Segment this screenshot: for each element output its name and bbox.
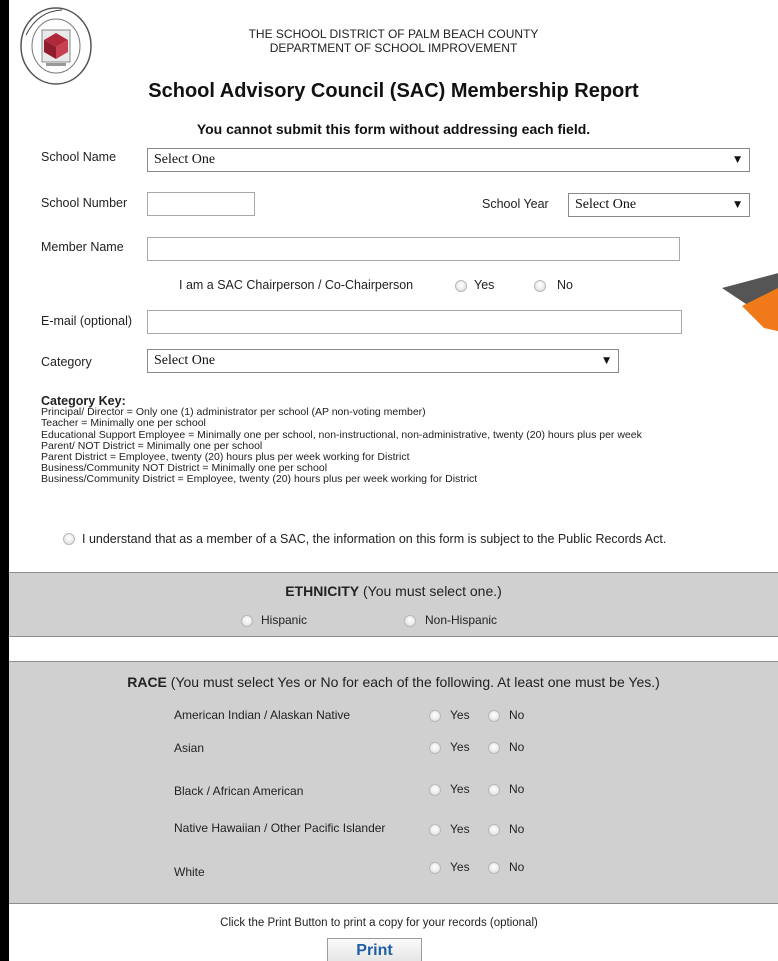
race-no-label: No bbox=[509, 740, 525, 754]
race-no-radio[interactable] bbox=[488, 742, 500, 754]
chair-no-radio[interactable] bbox=[534, 280, 546, 292]
school-number-label: School Number bbox=[41, 196, 128, 210]
chevron-down-icon: ▼ bbox=[734, 155, 741, 165]
member-name-label: Member Name bbox=[41, 240, 124, 254]
ethnicity-title-bold: ETHNICITY bbox=[285, 583, 360, 599]
race-yes-label: Yes bbox=[450, 740, 470, 754]
school-name-selected: Select One bbox=[154, 152, 216, 167]
page-title: School Advisory Council (SAC) Membership… bbox=[148, 80, 639, 102]
race-no-radio[interactable] bbox=[488, 784, 500, 796]
race-panel: RACE (You must select Yes or No for each… bbox=[9, 661, 778, 904]
category-key-line: Business/Community District = Employee, … bbox=[41, 473, 478, 486]
acknowledge-text: I understand that as a member of a SAC, … bbox=[82, 532, 667, 546]
race-row-label: Black / African American bbox=[174, 784, 304, 798]
race-no-label: No bbox=[509, 822, 525, 836]
race-yes-label: Yes bbox=[450, 860, 470, 874]
race-no-radio[interactable] bbox=[488, 824, 500, 836]
hispanic-radio[interactable] bbox=[241, 615, 253, 627]
race-title-rest: (You must select Yes or No for each of t… bbox=[166, 674, 660, 690]
non-hispanic-label: Non-Hispanic bbox=[425, 613, 498, 627]
required-notice: You cannot submit this form without addr… bbox=[196, 121, 591, 137]
email-label: E-mail (optional) bbox=[41, 314, 133, 328]
category-selected: Select One bbox=[154, 353, 216, 368]
race-no-label: No bbox=[509, 708, 525, 722]
race-title: RACE (You must select Yes or No for each… bbox=[9, 674, 778, 690]
school-name-label: School Name bbox=[41, 150, 117, 164]
form-page: THE SCHOOL DISTRICT OF PALM BEACH COUNTY… bbox=[9, 0, 778, 961]
category-label: Category bbox=[41, 355, 92, 369]
school-year-selected: Select One bbox=[575, 197, 637, 212]
chair-yes-label: Yes bbox=[474, 278, 495, 292]
race-row-label: Asian bbox=[174, 741, 205, 755]
race-yes-radio[interactable] bbox=[429, 862, 441, 874]
race-row-label: Native Hawaiian / Other Pacific Islander bbox=[174, 821, 386, 835]
race-no-label: No bbox=[509, 860, 525, 874]
acknowledge-radio[interactable] bbox=[63, 533, 75, 545]
school-year-select[interactable]: Select One ▼ bbox=[568, 193, 750, 217]
ethnicity-panel: ETHNICITY (You must select one.) Hispani… bbox=[9, 572, 778, 637]
category-select[interactable]: Select One ▼ bbox=[147, 349, 619, 373]
ethnicity-title: ETHNICITY (You must select one.) bbox=[9, 583, 778, 599]
race-row-label: American Indian / Alaskan Native bbox=[174, 708, 351, 722]
race-yes-radio[interactable] bbox=[429, 824, 441, 836]
race-yes-radio[interactable] bbox=[429, 710, 441, 722]
email-input[interactable] bbox=[147, 310, 682, 334]
hispanic-label: Hispanic bbox=[261, 613, 308, 627]
race-yes-radio[interactable] bbox=[429, 784, 441, 796]
department-name: DEPARTMENT OF SCHOOL IMPROVEMENT bbox=[269, 41, 518, 55]
race-row-label: White bbox=[174, 865, 205, 879]
ethnicity-title-rest: (You must select one.) bbox=[359, 583, 502, 599]
race-title-bold: RACE bbox=[127, 674, 167, 690]
chevron-down-icon: ▼ bbox=[603, 356, 610, 366]
race-yes-label: Yes bbox=[450, 822, 470, 836]
print-button[interactable]: Print bbox=[327, 938, 422, 961]
arrow-graphic bbox=[722, 272, 778, 352]
non-hispanic-radio[interactable] bbox=[404, 615, 416, 627]
race-yes-label: Yes bbox=[450, 708, 470, 722]
chair-question: I am a SAC Chairperson / Co-Chairperson bbox=[179, 278, 414, 292]
category-key: Category Key: Principal/ Director = Only… bbox=[41, 395, 776, 486]
school-name-select[interactable]: Select One ▼ bbox=[147, 148, 750, 172]
race-no-radio[interactable] bbox=[488, 862, 500, 874]
category-key-line: Teacher = Minimally one per school bbox=[41, 417, 206, 430]
district-name: THE SCHOOL DISTRICT OF PALM BEACH COUNTY bbox=[248, 27, 539, 41]
race-no-radio[interactable] bbox=[488, 710, 500, 722]
chair-no-label: No bbox=[557, 278, 573, 292]
race-yes-label: Yes bbox=[450, 782, 470, 796]
member-name-input[interactable] bbox=[147, 237, 680, 261]
race-no-label: No bbox=[509, 782, 525, 796]
race-yes-radio[interactable] bbox=[429, 742, 441, 754]
print-note: Click the Print Button to print a copy f… bbox=[220, 917, 538, 929]
chair-yes-radio[interactable] bbox=[455, 280, 467, 292]
chevron-down-icon: ▼ bbox=[734, 200, 741, 210]
school-number-input[interactable] bbox=[147, 192, 255, 216]
school-year-label: School Year bbox=[482, 197, 549, 211]
